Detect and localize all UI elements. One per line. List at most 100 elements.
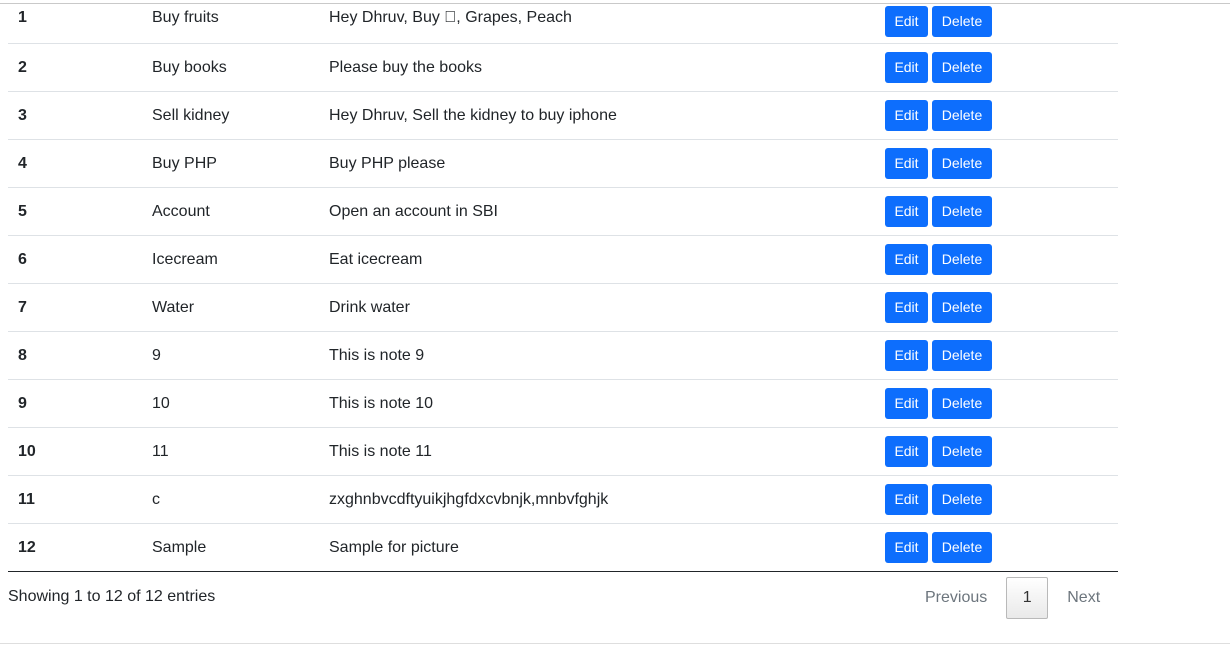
row-actions: Edit Delete: [885, 148, 1108, 179]
delete-button[interactable]: Delete: [932, 292, 992, 323]
edit-button[interactable]: Edit: [885, 148, 928, 179]
delete-button[interactable]: Delete: [932, 148, 992, 179]
edit-button[interactable]: Edit: [885, 436, 928, 467]
note-number: 8: [18, 346, 27, 364]
note-title-cell: Buy fruits: [142, 0, 319, 44]
note-actions-cell: Edit Delete: [877, 187, 1118, 236]
note-number-cell: 8: [8, 331, 142, 380]
note-number: 2: [18, 58, 27, 76]
table-row: 5 Account Open an account in SBI Edit Delete: [8, 187, 1118, 236]
note-description: Sample for picture: [329, 538, 459, 556]
note-title-cell: 9: [142, 331, 319, 380]
delete-button[interactable]: Delete: [932, 436, 992, 467]
note-description-cell: This is note 10: [319, 379, 877, 428]
edit-button[interactable]: Edit: [885, 292, 928, 323]
row-actions: Edit Delete: [885, 100, 1108, 131]
delete-button[interactable]: Delete: [932, 388, 992, 419]
note-title-cell: c: [142, 475, 319, 524]
note-title: Water: [152, 298, 195, 316]
notes-table-container: 1 Buy fruits Hey Dhruv, Buy , Grapes, Pea…: [8, 0, 1118, 572]
pagination: Previous 1 Next: [906, 577, 1119, 619]
note-title-cell: Buy books: [142, 43, 319, 92]
note-description: Buy PHP please: [329, 154, 446, 172]
note-description: This is note 10: [329, 394, 434, 412]
delete-button[interactable]: Delete: [932, 484, 992, 515]
note-description: Open an account in SBI: [329, 202, 498, 220]
table-row: 1 Buy fruits Hey Dhruv, Buy , Grapes, Pea…: [8, 0, 1118, 44]
row-actions: Edit Delete: [885, 196, 1108, 227]
note-title: Sample: [152, 538, 207, 556]
note-number: 1: [18, 8, 27, 26]
note-description-cell: Eat icecream: [319, 235, 877, 284]
table-row: 8 9 This is note 9 Edit Delete: [8, 331, 1118, 380]
note-description-cell: zxghnbvcdftyuikjhgfdxcvbnjk,mnbvfghjk: [319, 475, 877, 524]
delete-button[interactable]: Delete: [932, 6, 992, 37]
row-actions: Edit Delete: [885, 484, 1108, 515]
note-title-cell: Icecream: [142, 235, 319, 284]
note-number-cell: 1: [8, 0, 142, 44]
table-row: 2 Buy books Please buy the books Edit Delete: [8, 43, 1118, 92]
row-actions: Edit Delete: [885, 388, 1108, 419]
row-actions: Edit Delete: [885, 6, 1108, 37]
note-actions-cell: Edit Delete: [877, 0, 1118, 44]
note-number: 7: [18, 298, 27, 316]
edit-button[interactable]: Edit: [885, 388, 928, 419]
note-description-cell: Buy PHP please: [319, 139, 877, 188]
edit-button[interactable]: Edit: [885, 100, 928, 131]
delete-button[interactable]: Delete: [932, 196, 992, 227]
note-actions-cell: Edit Delete: [877, 427, 1118, 476]
edit-button[interactable]: Edit: [885, 196, 928, 227]
delete-button[interactable]: Delete: [932, 100, 992, 131]
notes-table: 1 Buy fruits Hey Dhruv, Buy , Grapes, Pea…: [8, 0, 1118, 572]
note-actions-cell: Edit Delete: [877, 331, 1118, 380]
next-page-button[interactable]: Next: [1048, 577, 1119, 619]
note-title-cell: Account: [142, 187, 319, 236]
row-actions: Edit Delete: [885, 340, 1108, 371]
note-description: Eat icecream: [329, 250, 423, 268]
note-title: 9: [152, 346, 161, 364]
note-title-cell: Water: [142, 283, 319, 332]
delete-button[interactable]: Delete: [932, 244, 992, 275]
table-row: 9 10 This is note 10 Edit Delete: [8, 379, 1118, 428]
note-number-cell: 9: [8, 379, 142, 428]
edit-button[interactable]: Edit: [885, 532, 928, 563]
previous-page-button[interactable]: Previous: [906, 577, 1006, 619]
table-row: 4 Buy PHP Buy PHP please Edit Delete: [8, 139, 1118, 188]
note-title: Icecream: [152, 250, 218, 268]
delete-button[interactable]: Delete: [932, 340, 992, 371]
edit-button[interactable]: Edit: [885, 244, 928, 275]
row-actions: Edit Delete: [885, 244, 1108, 275]
table-row: 12 Sample Sample for picture Edit Delete: [8, 523, 1118, 572]
note-actions-cell: Edit Delete: [877, 523, 1118, 572]
edit-button[interactable]: Edit: [885, 340, 928, 371]
note-number: 11: [18, 490, 35, 508]
note-description-cell: Drink water: [319, 283, 877, 332]
row-actions: Edit Delete: [885, 436, 1108, 467]
edit-button[interactable]: Edit: [885, 484, 928, 515]
note-number: 3: [18, 106, 27, 124]
notes-table-body: 1 Buy fruits Hey Dhruv, Buy , Grapes, Pea…: [8, 0, 1118, 572]
note-actions-cell: Edit Delete: [877, 235, 1118, 284]
note-description: Hey Dhruv, Sell the kidney to buy iphone: [329, 106, 617, 124]
edit-button[interactable]: Edit: [885, 6, 928, 37]
bottom-divider: [0, 643, 1230, 644]
note-number: 12: [18, 538, 36, 556]
note-description-cell: Open an account in SBI: [319, 187, 877, 236]
note-title-cell: 10: [142, 379, 319, 428]
note-number: 4: [18, 154, 27, 172]
note-actions-cell: Edit Delete: [877, 139, 1118, 188]
page-1-button[interactable]: 1: [1006, 577, 1049, 619]
note-title-cell: 11: [142, 427, 319, 476]
note-title-cell: Buy PHP: [142, 139, 319, 188]
note-actions-cell: Edit Delete: [877, 283, 1118, 332]
note-number-cell: 2: [8, 43, 142, 92]
table-row: 7 Water Drink water Edit Delete: [8, 283, 1118, 332]
note-description: This is note 9: [329, 346, 425, 364]
note-description-cell: Hey Dhruv, Sell the kidney to buy iphone: [319, 91, 877, 140]
delete-button[interactable]: Delete: [932, 52, 992, 83]
note-title: Buy fruits: [152, 8, 219, 26]
delete-button[interactable]: Delete: [932, 532, 992, 563]
note-number: 9: [18, 394, 27, 412]
row-actions: Edit Delete: [885, 292, 1108, 323]
edit-button[interactable]: Edit: [885, 52, 928, 83]
